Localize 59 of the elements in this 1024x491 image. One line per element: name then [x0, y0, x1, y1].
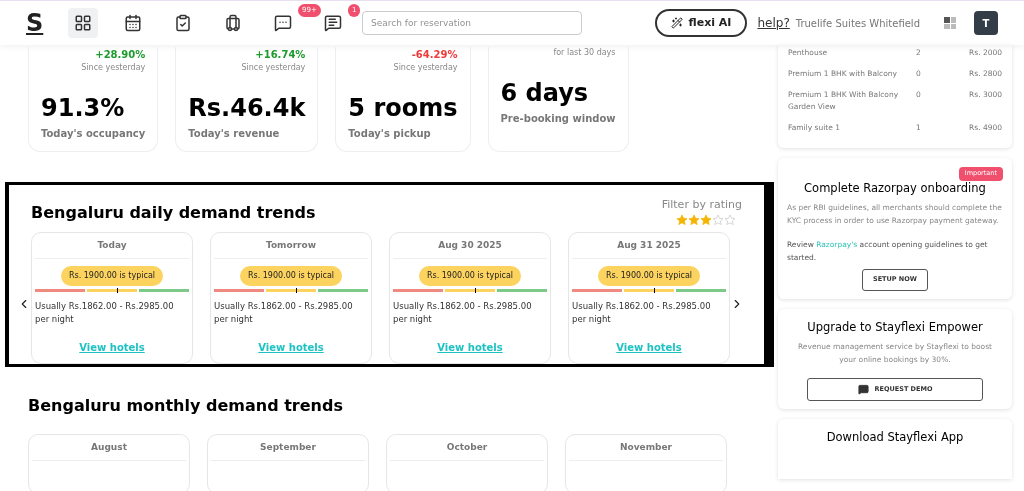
typical-price-badge: Rs. 1900.00 is typical [60, 266, 164, 286]
property-name: Truelife Suites Whitefield [795, 16, 920, 31]
star-icon[interactable] [688, 213, 700, 226]
trend-note: Since yesterday [393, 62, 458, 74]
magic-wand-icon [670, 17, 683, 29]
section-title: Bengaluru daily demand trends [31, 202, 316, 224]
feedback-icon [857, 384, 869, 396]
nav-button[interactable] [68, 8, 98, 38]
logo[interactable]: S [26, 5, 66, 41]
month-title: August [91, 440, 127, 454]
message-icon [324, 14, 342, 32]
star-icon[interactable] [712, 213, 724, 226]
help-link[interactable]: help? [757, 14, 790, 32]
star-icon[interactable] [724, 213, 736, 226]
dashboard-icon [74, 14, 92, 32]
apps-icon[interactable] [944, 17, 956, 29]
trend-value: +28.90% [95, 48, 146, 62]
stat-value: 6 days [500, 78, 590, 109]
stat-value: 5 rooms [348, 93, 458, 124]
luggage-icon [224, 14, 242, 32]
trend-note: Since yesterday [241, 62, 306, 74]
clipboard-icon [174, 14, 192, 32]
typical-price-badge: Rs. 1900.00 is typical [418, 266, 522, 286]
user-avatar[interactable]: T [974, 11, 998, 35]
price-range-text: Usually Rs.1862.00 - Rs.2985.00 per night [572, 300, 712, 326]
day-title: Today [97, 238, 127, 252]
month-title: November [619, 440, 673, 454]
stat-value: Rs.46.4k [188, 93, 306, 124]
calendar-icon [124, 14, 142, 32]
price-range-text: Usually Rs.1862.00 - Rs.2985.00 per night [35, 300, 175, 326]
star-icon[interactable] [676, 213, 688, 226]
chat-icon [274, 14, 292, 32]
section-title: Bengaluru monthly demand trends [28, 394, 344, 417]
day-title: Aug 30 2025 [438, 238, 502, 252]
search-field[interactable]: Search for reservation [362, 11, 582, 35]
trend-value: +16.74% [255, 48, 306, 62]
stat-label: Today's occupancy [41, 127, 146, 141]
card-title: Download Stayflexi App [826, 429, 964, 447]
typical-price-badge: Rs. 1900.00 is typical [239, 266, 343, 286]
trend-note: Since yesterday [81, 62, 146, 74]
stat-label: Today's revenue [188, 127, 281, 141]
stat-value: 91.3% [41, 93, 126, 124]
card-title: Upgrade to Stayflexi Empower [807, 319, 983, 336]
filter-label: Filter by rating [661, 197, 742, 213]
stat-label: Pre-booking window [500, 112, 616, 126]
star-rating[interactable] [676, 213, 736, 226]
trend-value: -64.29% [411, 48, 458, 62]
month-title: September [260, 440, 316, 454]
day-title: Aug 31 2025 [617, 238, 681, 252]
typical-price-badge: Rs. 1900.00 is typical [597, 266, 701, 286]
star-icon[interactable] [700, 213, 712, 226]
price-range-text: Usually Rs.1862.00 - Rs.2985.00 per night [393, 300, 533, 326]
day-title: Tomorrow [265, 238, 317, 252]
stat-label: Today's pickup [348, 127, 432, 141]
month-title: October [446, 440, 488, 454]
flexi-ai-button[interactable]: flexi AI [654, 9, 748, 37]
card-title: Complete Razorpay onboarding [804, 180, 986, 197]
trend-note: for last 30 days [553, 47, 616, 59]
price-range-text: Usually Rs.1862.00 - Rs.2985.00 per night [214, 300, 354, 326]
